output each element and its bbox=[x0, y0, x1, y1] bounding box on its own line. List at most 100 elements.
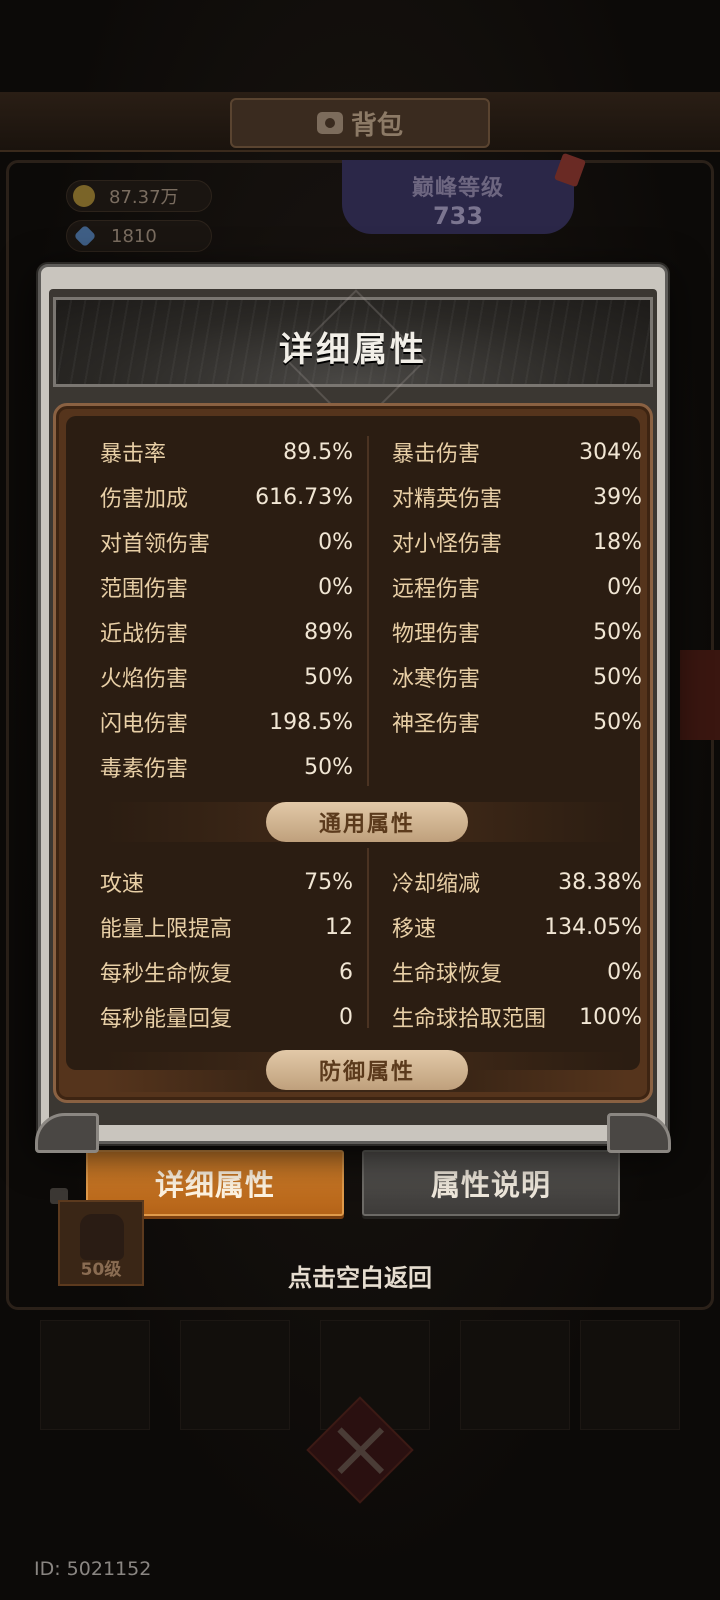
peak-level-banner: 巅峰等级 733 bbox=[342, 160, 574, 234]
stat-name: 范围伤害 bbox=[100, 577, 189, 602]
general-section-label: 通用属性 bbox=[266, 802, 468, 842]
column-divider bbox=[367, 848, 369, 1028]
stat-row: 火焰伤害 50% bbox=[100, 657, 353, 697]
player-id: ID: 5021152 bbox=[34, 1558, 152, 1580]
stat-name: 暴击伤害 bbox=[392, 442, 481, 467]
stat-value: 75% bbox=[304, 869, 353, 895]
stat-row: 暴击率 89.5% bbox=[100, 432, 353, 472]
stat-name: 对首领伤害 bbox=[100, 532, 211, 557]
stat-value: 134.05% bbox=[544, 914, 642, 940]
peak-level-value: 733 bbox=[432, 202, 484, 230]
stat-row: 毒素伤害 50% bbox=[100, 747, 353, 787]
stat-value: 198.5% bbox=[269, 709, 353, 735]
stat-value: 89% bbox=[304, 619, 353, 645]
stat-value: 18% bbox=[593, 529, 642, 555]
stat-value: 50% bbox=[593, 709, 642, 735]
stat-value: 0% bbox=[318, 574, 353, 600]
stat-value: 616.73% bbox=[255, 484, 353, 510]
bag-icon bbox=[316, 112, 343, 134]
tap-to-return-hint: 点击空白返回 bbox=[288, 1264, 432, 1292]
stat-row: 对精英伤害 39% bbox=[392, 477, 642, 517]
stat-value: 100% bbox=[579, 1004, 642, 1030]
stat-value: 6 bbox=[339, 959, 353, 985]
peak-level-label: 巅峰等级 bbox=[411, 176, 504, 201]
stat-name: 冰寒伤害 bbox=[392, 667, 481, 692]
detail-attributes-dialog: 详细属性 暴击率 89.5% 伤害加成 616.73% 对首领伤害 0% 范围伤害 0% 近战伤… bbox=[35, 264, 671, 1153]
gold-value: 87.37万 bbox=[109, 187, 179, 208]
stat-name: 生命球拾取范围 bbox=[392, 1007, 547, 1032]
stat-name: 近战伤害 bbox=[100, 622, 189, 647]
stat-value: 50% bbox=[593, 664, 642, 690]
dialog-title: 详细属性 bbox=[279, 330, 427, 370]
stats-panel[interactable]: 暴击率 89.5% 伤害加成 616.73% 对首领伤害 0% 范围伤害 0% 近战伤害 89% 火… bbox=[53, 403, 653, 1103]
stat-value: 0% bbox=[607, 959, 642, 985]
stat-row: 生命球恢复 0% bbox=[392, 952, 642, 992]
stat-value: 38.38% bbox=[558, 869, 642, 895]
stat-name: 对小怪伤害 bbox=[392, 532, 503, 557]
stat-name: 冷却缩减 bbox=[392, 872, 481, 897]
attribute-explain-button[interactable]: 属性说明 bbox=[362, 1150, 620, 1216]
frame-corner-ornament bbox=[35, 1113, 99, 1153]
stat-value: 50% bbox=[304, 664, 353, 690]
stat-row: 攻速 75% bbox=[100, 862, 353, 902]
stat-row: 范围伤害 0% bbox=[100, 567, 353, 607]
stat-row: 物理伤害 50% bbox=[392, 612, 642, 652]
dialog-title-bar: 详细属性 bbox=[53, 289, 653, 431]
stat-name: 攻速 bbox=[100, 872, 145, 897]
armor-icon bbox=[80, 1214, 124, 1260]
stat-name: 闪电伤害 bbox=[100, 712, 189, 737]
frame-corner-ornament bbox=[607, 1113, 671, 1153]
stat-row: 闪电伤害 198.5% bbox=[100, 702, 353, 742]
stat-row: 移速 134.05% bbox=[392, 907, 642, 947]
gem-counter: 1810 bbox=[66, 220, 212, 252]
coin-icon bbox=[73, 185, 95, 207]
stat-name: 火焰伤害 bbox=[100, 667, 189, 692]
stat-value: 0% bbox=[318, 529, 353, 555]
stat-name: 暴击率 bbox=[100, 442, 167, 467]
gem-icon bbox=[73, 224, 97, 248]
stat-row: 每秒生命恢复 6 bbox=[100, 952, 353, 992]
stat-row: 能量上限提高 12 bbox=[100, 907, 353, 947]
stat-name: 能量上限提高 bbox=[100, 917, 233, 942]
stat-row: 近战伤害 89% bbox=[100, 612, 353, 652]
stat-name: 移速 bbox=[392, 917, 437, 942]
stat-name: 对精英伤害 bbox=[392, 487, 503, 512]
bag-title: 背包 bbox=[350, 110, 403, 141]
stat-row: 对首领伤害 0% bbox=[100, 522, 353, 562]
stat-value: 89.5% bbox=[283, 439, 353, 465]
stat-row: 冷却缩减 38.38% bbox=[392, 862, 642, 902]
stat-value: 0% bbox=[607, 574, 642, 600]
stat-row: 冰寒伤害 50% bbox=[392, 657, 642, 697]
side-panel-edge bbox=[680, 650, 720, 740]
stat-row: 暴击伤害 304% bbox=[392, 432, 642, 472]
stats-scroll-area[interactable]: 暴击率 89.5% 伤害加成 616.73% 对首领伤害 0% 范围伤害 0% 近战伤害 89% 火… bbox=[66, 416, 642, 1092]
column-divider bbox=[367, 436, 369, 786]
bag-title-plaque: 背包 bbox=[230, 98, 490, 148]
stat-value: 12 bbox=[325, 914, 353, 940]
stat-row: 生命球拾取范围 100% bbox=[392, 997, 642, 1037]
stat-row: 远程伤害 0% bbox=[392, 567, 642, 607]
stat-value: 304% bbox=[579, 439, 642, 465]
stat-value: 0 bbox=[339, 1004, 353, 1030]
defense-section-label: 防御属性 bbox=[266, 1050, 468, 1090]
stat-row: 伤害加成 616.73% bbox=[100, 477, 353, 517]
inventory-slot[interactable] bbox=[580, 1320, 680, 1430]
stat-value: 50% bbox=[593, 619, 642, 645]
stat-name: 物理伤害 bbox=[392, 622, 481, 647]
gem-value: 1810 bbox=[111, 225, 157, 247]
inventory-slot[interactable] bbox=[180, 1320, 290, 1430]
gold-counter: 87.37万 bbox=[66, 180, 212, 212]
stat-name: 远程伤害 bbox=[392, 577, 481, 602]
stat-name: 伤害加成 bbox=[100, 487, 189, 512]
stat-row: 对小怪伤害 18% bbox=[392, 522, 642, 562]
stat-row: 每秒能量回复 0 bbox=[100, 997, 353, 1037]
stat-name: 神圣伤害 bbox=[392, 712, 481, 737]
stat-value: 39% bbox=[593, 484, 642, 510]
inventory-slot[interactable] bbox=[460, 1320, 570, 1430]
stat-name: 每秒能量回复 bbox=[100, 1007, 233, 1032]
stat-name: 毒素伤害 bbox=[100, 757, 189, 782]
stat-name: 生命球恢复 bbox=[392, 962, 503, 987]
stat-name: 每秒生命恢复 bbox=[100, 962, 233, 987]
inventory-slot[interactable] bbox=[40, 1320, 150, 1430]
stat-value: 50% bbox=[304, 754, 353, 780]
